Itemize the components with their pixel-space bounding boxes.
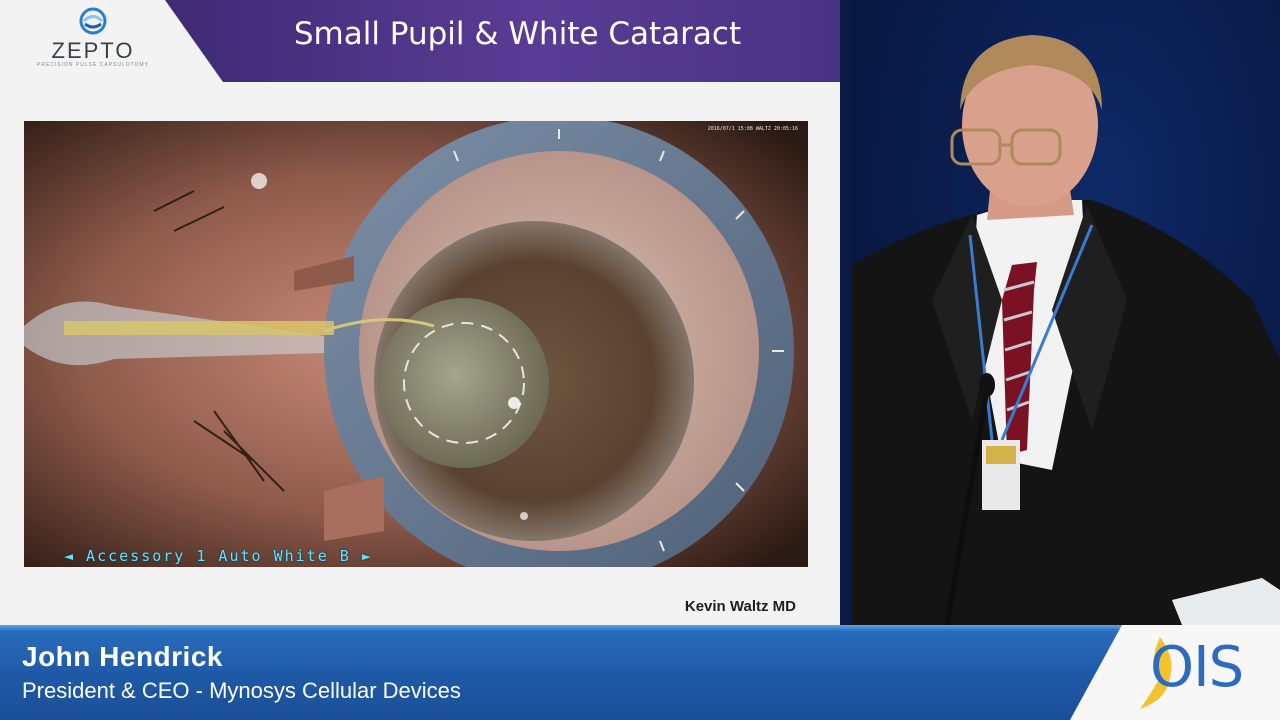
speaker-title: President & CEO - Mynosys Cellular Devic… [22, 678, 461, 703]
presentation-slide: ZEPTO PRECISION PULSE CAPSULOTOMY Small … [0, 0, 840, 625]
logo-tagline: PRECISION PULSE CAPSULOTOMY [37, 62, 149, 68]
zepto-mark-icon [79, 7, 107, 35]
ois-logo-badge: OIS [1070, 625, 1280, 720]
title-banner: Small Pupil & White Cataract [165, 0, 840, 82]
logo-wordmark: ZEPTO [51, 38, 135, 63]
speaker-name: John Hendrick [22, 641, 223, 672]
speaker-camera-feed [852, 0, 1280, 625]
video-credit: Kevin Waltz MD [684, 598, 796, 615]
video-osd-overlay: ◄ Accessory 1 Auto White B ► [64, 547, 373, 565]
eye-surgery-image [24, 121, 808, 567]
video-timestamp: 2016/07/1 15:08 WALTZ 20:05:16 [707, 126, 798, 132]
ois-logo-text: OIS [1150, 635, 1244, 700]
zepto-logo: ZEPTO PRECISION PULSE CAPSULOTOMY [18, 6, 168, 70]
lower-third-banner: John Hendrick President & CEO - Mynosys … [0, 625, 1280, 720]
slide-title: Small Pupil & White Cataract [293, 16, 742, 52]
speaker-image [852, 35, 1280, 625]
surgical-video: 2016/07/1 15:08 WALTZ 20:05:16 ◄ Accesso… [24, 121, 808, 567]
